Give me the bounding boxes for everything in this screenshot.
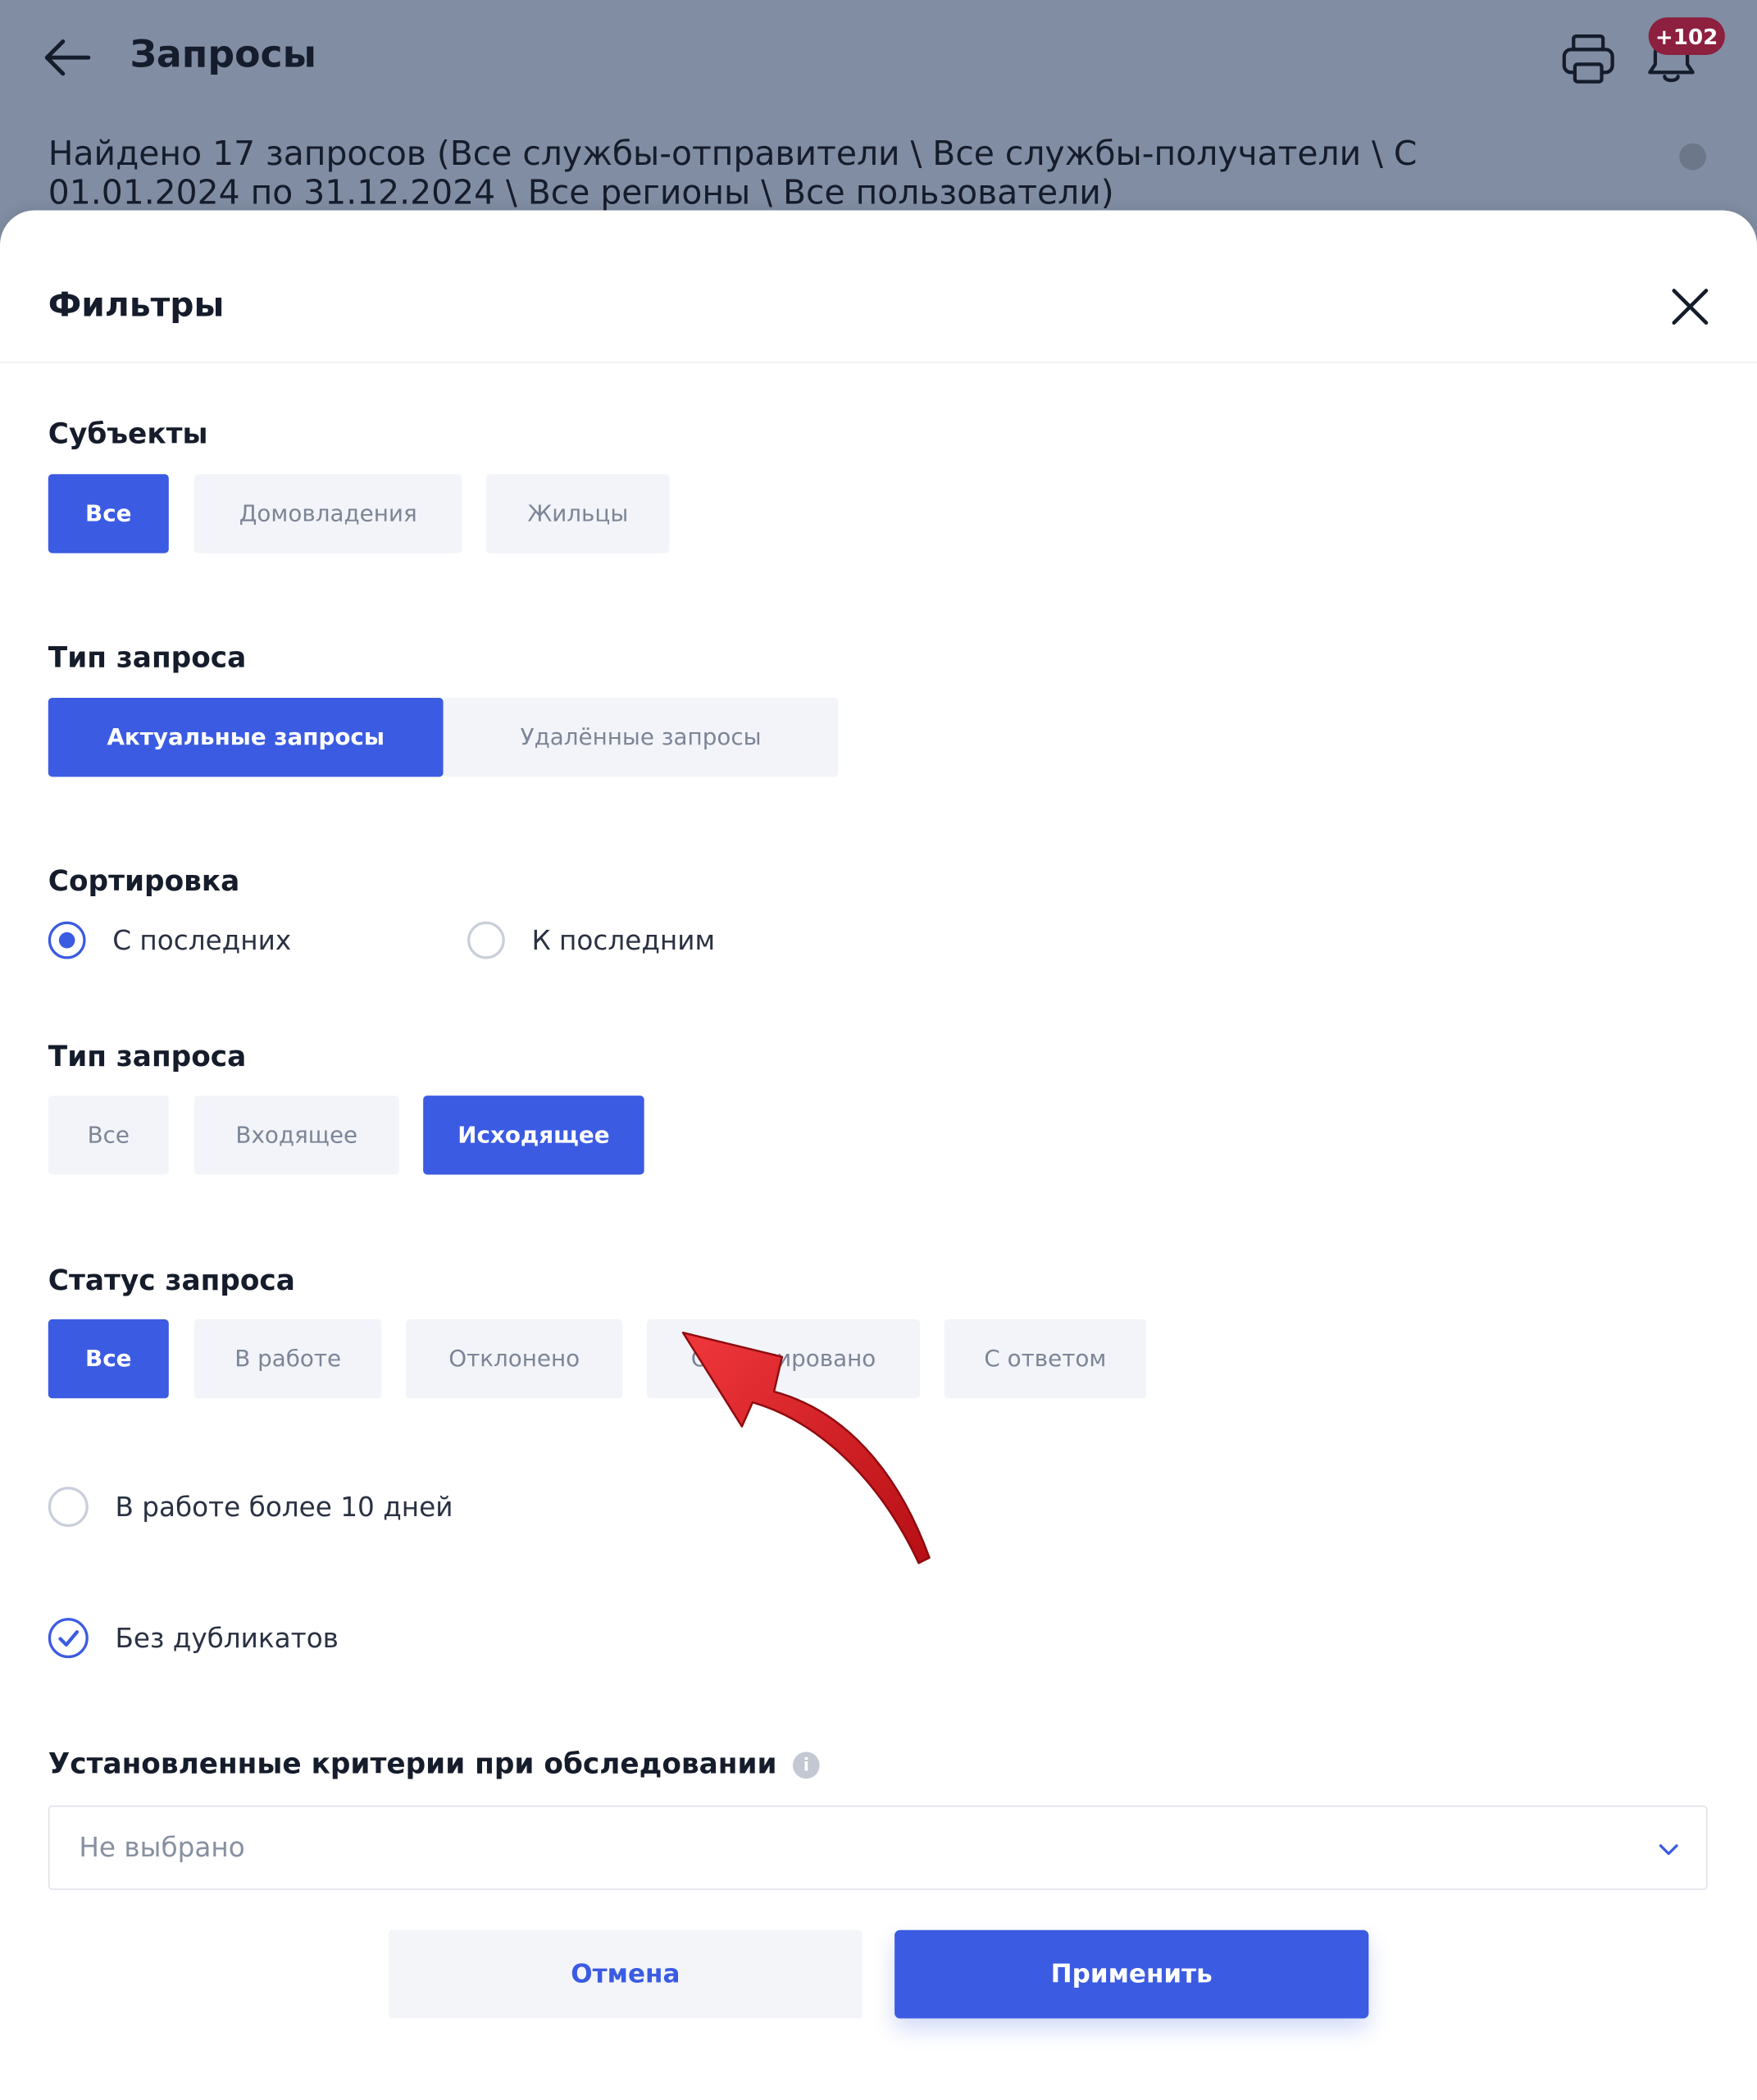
- status-chip-rejected[interactable]: Отклонено: [405, 1319, 623, 1399]
- direction-chip-incoming[interactable]: Входящее: [193, 1096, 399, 1175]
- no-duplicates-option[interactable]: Без дубликатов: [48, 1617, 339, 1660]
- back-button[interactable]: [40, 34, 93, 80]
- checkbox-label: В работе более 10 дней: [115, 1490, 453, 1524]
- subjects-label: Субъекты: [48, 417, 208, 450]
- cancel-button[interactable]: Отмена: [388, 1929, 863, 2019]
- request-type-label: Тип запроса: [48, 641, 247, 674]
- status-chip-in-work[interactable]: В работе: [193, 1319, 382, 1399]
- direction-label: Тип запроса: [48, 1041, 247, 1073]
- search-summary: Найдено 17 запросов (Все службы-отправит…: [48, 134, 1418, 212]
- direction-chip-outgoing[interactable]: Исходящее: [423, 1096, 644, 1175]
- print-button[interactable]: [1559, 30, 1618, 89]
- divider: [0, 362, 1757, 363]
- printer-icon: [1562, 34, 1614, 84]
- annotation-arrow-icon: [681, 1332, 931, 1565]
- radio-button[interactable]: [467, 921, 505, 959]
- sort-option-label: С последних: [112, 924, 292, 957]
- info-icon[interactable]: i: [793, 1752, 820, 1779]
- close-icon: [1672, 289, 1709, 325]
- request-type-chip-deleted[interactable]: Удалённые запросы: [443, 698, 839, 777]
- criteria-select-value: Не выбрано: [79, 1830, 245, 1864]
- sort-option-newest[interactable]: С последних: [48, 919, 291, 962]
- arrow-left-icon: [44, 39, 91, 76]
- request-type-chip-actual[interactable]: Актуальные запросы: [48, 698, 444, 777]
- checkbox[interactable]: [48, 1487, 89, 1528]
- filters-sheet: Фильтры Субъекты Все Домовладения Жильцы…: [0, 210, 1757, 2100]
- sorting-label: Сортировка: [48, 865, 240, 898]
- criteria-label-text: Установленные критерии при обследовании: [48, 1747, 777, 1780]
- radio-button[interactable]: [48, 921, 86, 959]
- subjects-chip-residents[interactable]: Жильцы: [485, 474, 670, 553]
- subjects-chip-households[interactable]: Домовладения: [193, 474, 462, 553]
- sort-option-oldest[interactable]: К последним: [467, 919, 715, 962]
- subjects-chip-all[interactable]: Все: [48, 474, 169, 553]
- criteria-select[interactable]: Не выбрано: [48, 1805, 1708, 1890]
- criteria-label: Установленные критерии при обследовании i: [48, 1748, 820, 1780]
- status-chip-with-answer[interactable]: С ответом: [944, 1319, 1147, 1399]
- in-work-over-10-days-option[interactable]: В работе более 10 дней: [48, 1485, 453, 1528]
- close-button[interactable]: [1666, 283, 1714, 331]
- status-chip-all[interactable]: Все: [48, 1319, 169, 1399]
- notification-count-badge: +102: [1648, 17, 1725, 55]
- page-title: Запросы: [130, 32, 317, 77]
- info-icon[interactable]: [1679, 143, 1706, 171]
- status-label: Статус запроса: [48, 1264, 295, 1297]
- direction-chip-all[interactable]: Все: [48, 1096, 169, 1175]
- chevron-down-icon: [1659, 1844, 1678, 1856]
- checkbox-label: Без дубликатов: [115, 1622, 339, 1655]
- checkmark-icon: [58, 1630, 80, 1647]
- filters-title: Фильтры: [48, 285, 225, 325]
- sort-option-label: К последним: [531, 924, 716, 957]
- checkbox[interactable]: [48, 1618, 89, 1659]
- apply-button[interactable]: Применить: [894, 1929, 1369, 2019]
